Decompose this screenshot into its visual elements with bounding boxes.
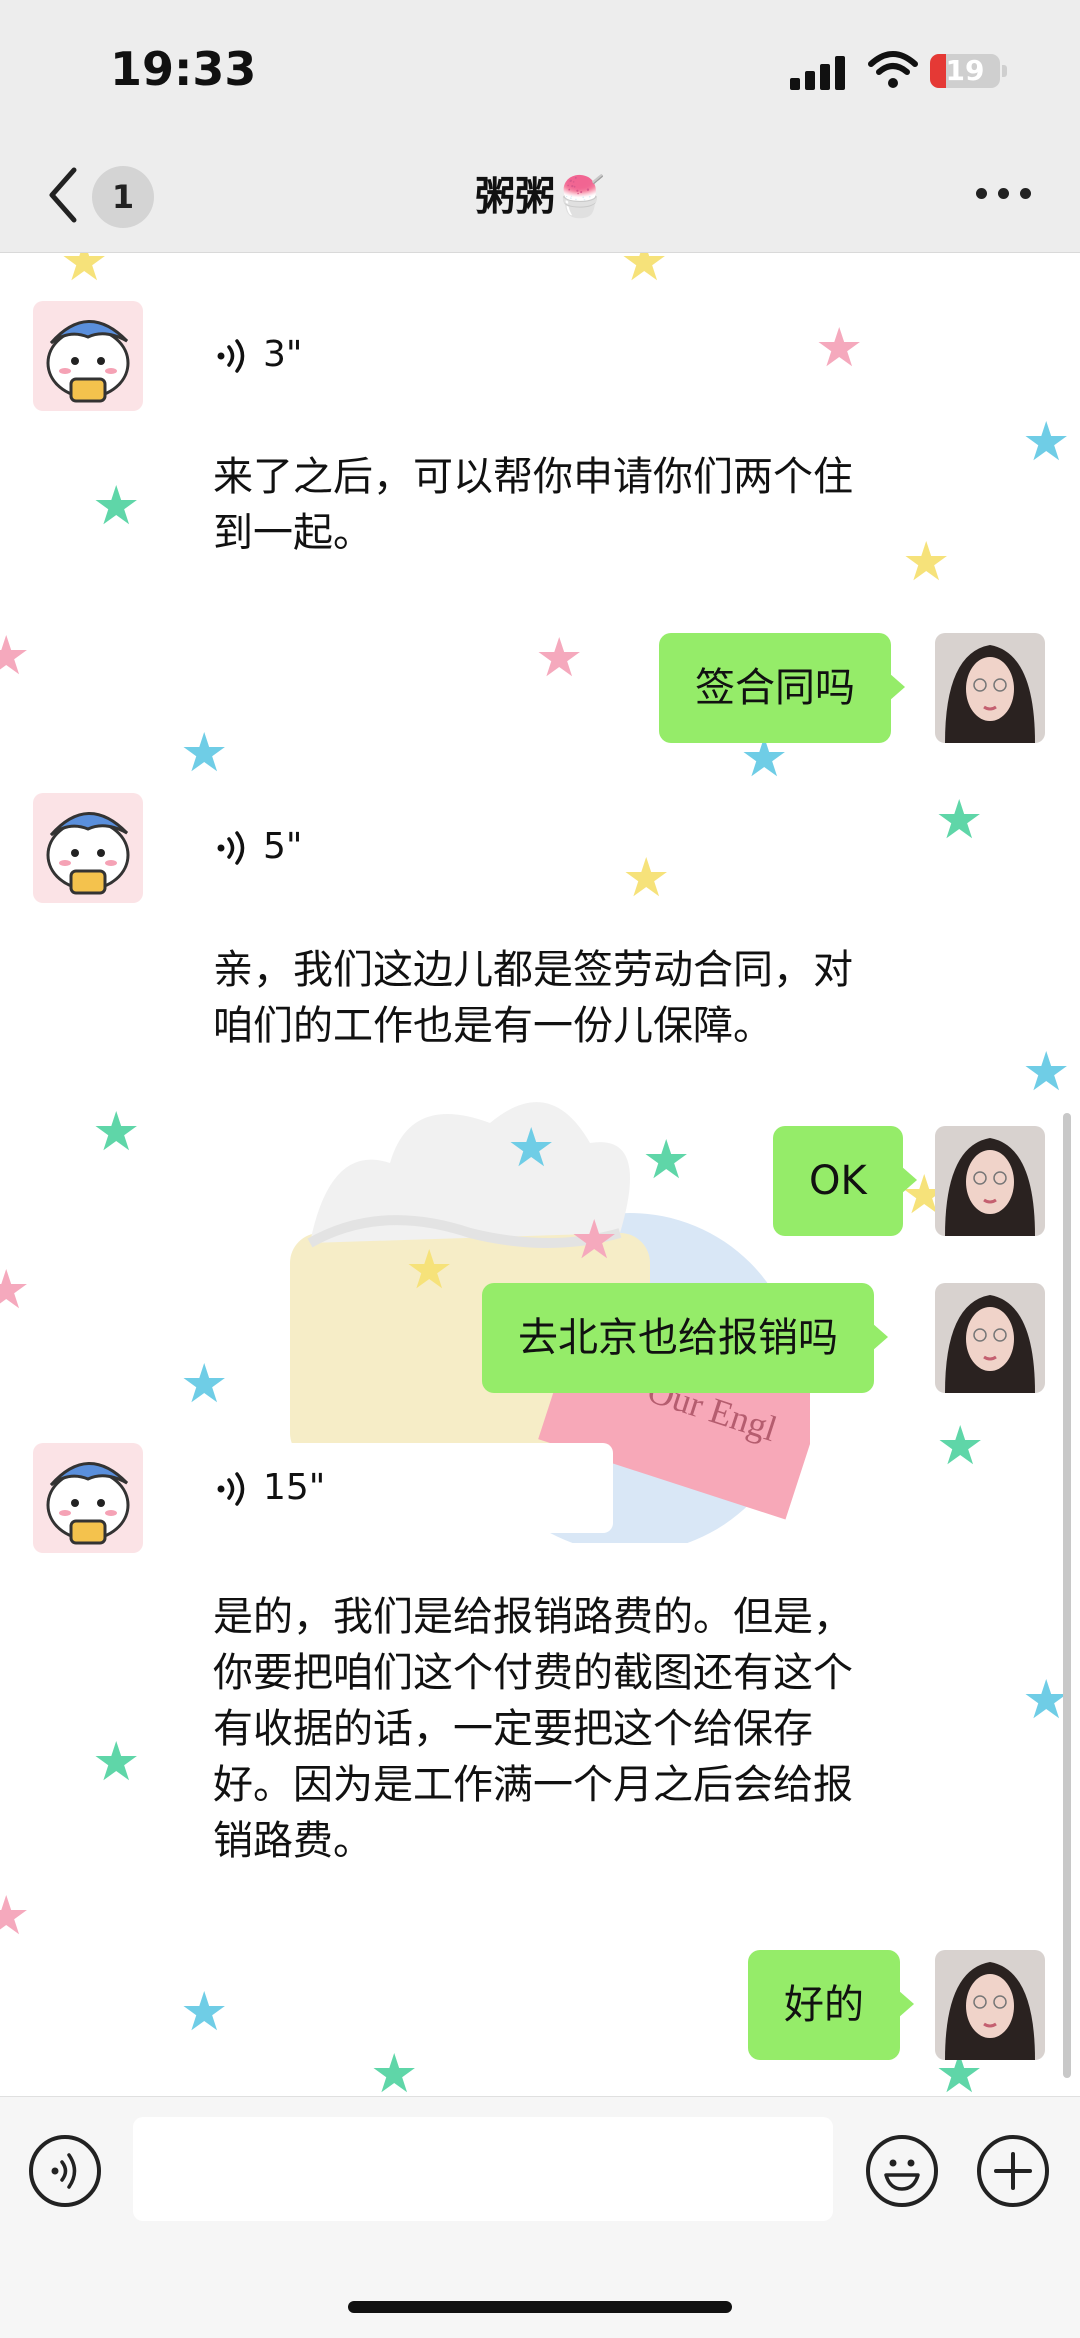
- scrollbar[interactable]: [1063, 1113, 1071, 2078]
- star-decoration: ★: [180, 1352, 229, 1415]
- voice-message[interactable]: 15": [185, 1443, 613, 1533]
- star-decoration: ★: [0, 1258, 31, 1321]
- voice-input-button[interactable]: [29, 2135, 101, 2207]
- home-indicator[interactable]: [348, 2301, 732, 2313]
- chat-area[interactable]: Our Engl ★ ★ ★ ★ ★ ★ ★ ★ ★ ★ ★ ★ ★ ★ ★ ★…: [0, 253, 1080, 2095]
- star-decoration: ★: [936, 1414, 985, 1477]
- message-input[interactable]: [133, 2117, 833, 2221]
- star-decoration: ★: [92, 1730, 141, 1793]
- sent-message[interactable]: OK: [773, 1126, 917, 1236]
- star-decoration: ★: [935, 788, 984, 851]
- star-decoration: ★: [60, 253, 109, 293]
- battery-level: 19: [945, 54, 985, 87]
- user-avatar[interactable]: [935, 633, 1045, 743]
- received-message[interactable]: 是的，我们是给报销路费的。但是，你要把咱们这个付费的截图还有这个有收据的话，一定…: [185, 1563, 901, 1895]
- plus-icon: [994, 2152, 1032, 2190]
- star-decoration: ★: [180, 1980, 229, 2043]
- star-decoration: ★: [507, 1116, 556, 1179]
- star-decoration: ★: [620, 253, 669, 293]
- voice-duration: 5": [263, 826, 303, 867]
- user-avatar[interactable]: [935, 1950, 1045, 2060]
- more-dots-icon[interactable]: [976, 188, 1032, 202]
- chat-title: 粥粥🍧: [475, 174, 605, 220]
- star-decoration: ★: [92, 1100, 141, 1163]
- star-decoration: ★: [622, 846, 671, 909]
- star-decoration: ★: [92, 474, 141, 537]
- cellular-signal-icon: [790, 56, 848, 90]
- battery-icon: 19: [930, 54, 1007, 88]
- star-decoration: ★: [0, 624, 31, 687]
- status-bar: 19:33 19: [0, 0, 1080, 140]
- star-decoration: ★: [1022, 410, 1071, 473]
- status-time: 19:33: [110, 42, 257, 96]
- voice-wave-icon: [51, 2153, 77, 2189]
- contact-avatar[interactable]: [33, 1443, 143, 1553]
- user-avatar[interactable]: [935, 1126, 1045, 1236]
- contact-avatar[interactable]: [33, 301, 143, 411]
- contact-avatar[interactable]: [33, 793, 143, 903]
- voice-wave-icon: [217, 339, 245, 373]
- wifi-icon: [868, 51, 918, 88]
- voice-message[interactable]: 5": [185, 802, 302, 892]
- star-decoration: ★: [1022, 1040, 1071, 1103]
- voice-wave-icon: [217, 1472, 245, 1506]
- star-decoration: ★: [370, 2042, 419, 2096]
- sent-message[interactable]: 签合同吗: [659, 633, 905, 743]
- user-avatar[interactable]: [935, 1283, 1045, 1393]
- more-functions-button[interactable]: [977, 2135, 1049, 2207]
- voice-message[interactable]: 3": [185, 310, 302, 400]
- voice-duration: 3": [263, 334, 303, 375]
- star-decoration: ★: [180, 721, 229, 784]
- received-message[interactable]: 来了之后，可以帮你申请你们两个住到一起。: [185, 423, 891, 587]
- input-bar: [0, 2096, 1080, 2338]
- emoji-icon: [884, 2159, 920, 2191]
- star-decoration: ★: [405, 1238, 454, 1301]
- star-decoration: ★: [0, 1884, 31, 1947]
- emoji-button[interactable]: [866, 2135, 938, 2207]
- voice-wave-icon: [217, 831, 245, 865]
- star-decoration: ★: [902, 530, 951, 593]
- star-decoration: ★: [815, 316, 864, 379]
- voice-duration: 15": [263, 1467, 326, 1508]
- sent-message[interactable]: 去北京也给报销吗: [482, 1283, 888, 1393]
- received-message[interactable]: 亲，我们这边儿都是签劳动合同，对咱们的工作也是有一份儿保障。: [185, 916, 901, 1080]
- star-decoration: ★: [570, 1208, 619, 1271]
- star-decoration: ★: [535, 626, 584, 689]
- sent-message[interactable]: 好的: [748, 1950, 914, 2060]
- star-decoration: ★: [642, 1128, 691, 1191]
- chat-header: 1 粥粥🍧: [0, 140, 1080, 253]
